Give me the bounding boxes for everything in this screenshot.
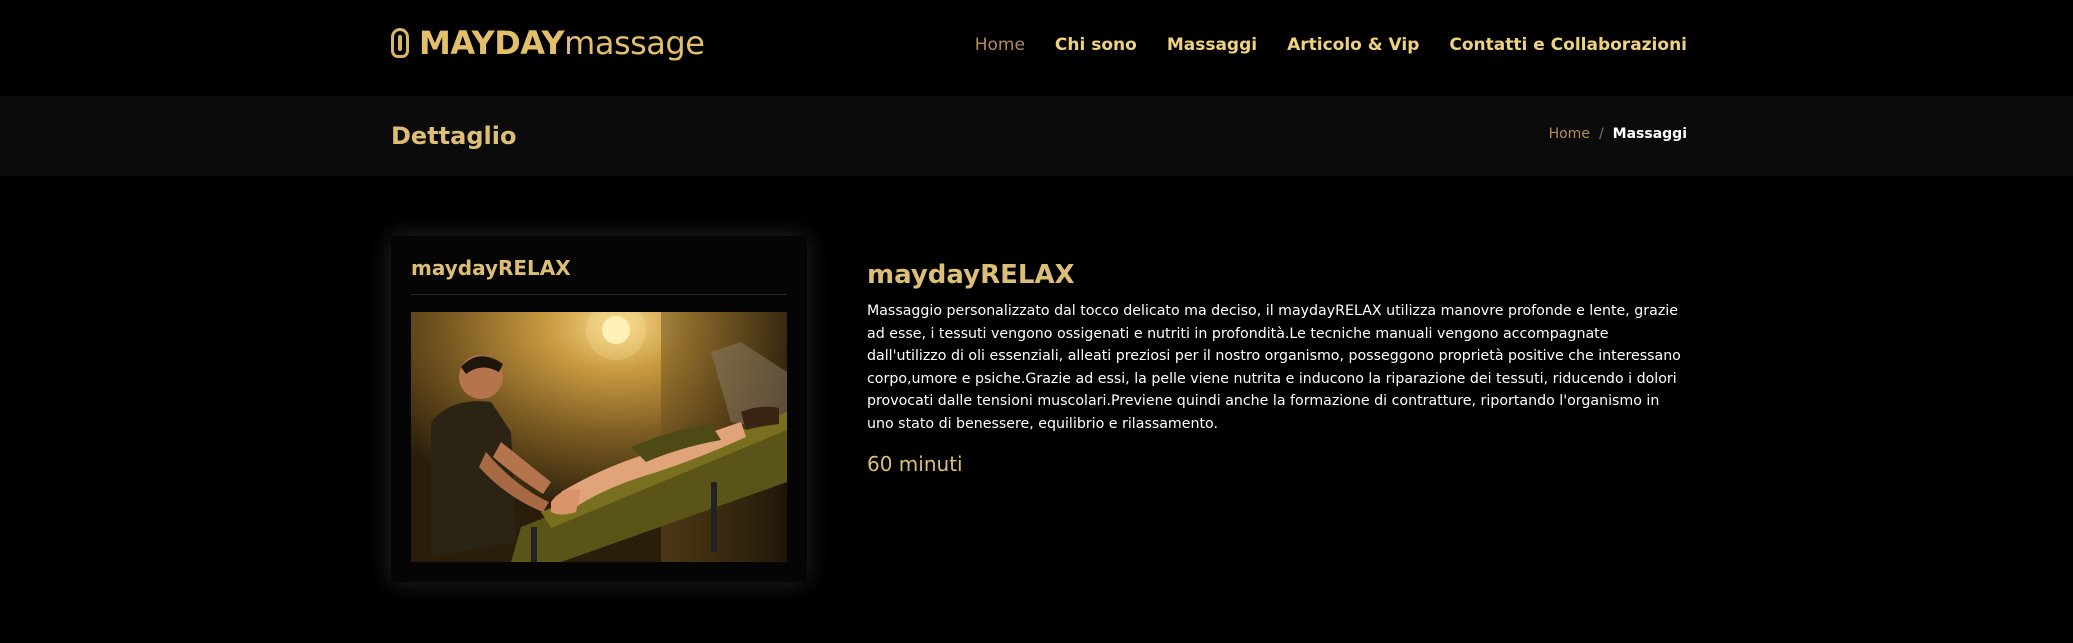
service-duration: 60 minuti: [867, 451, 963, 476]
site-header: MAYDAYmassage Home Chi sono Massaggi Art…: [0, 0, 2073, 96]
page-title: Dettaglio: [391, 122, 517, 150]
logo-text: MAYDAYmassage: [419, 24, 705, 62]
service-description: Massaggio personalizzato dal tocco delic…: [867, 303, 1681, 432]
nav-massaggi[interactable]: Massaggi: [1167, 35, 1257, 55]
breadcrumb-current: Massaggi: [1612, 126, 1687, 142]
page-title-band: Dettaglio Home / Massaggi: [0, 96, 2073, 176]
logo-icon: [391, 28, 409, 58]
service-title: maydayRELAX: [867, 260, 1075, 290]
service-detail: maydayRELAX Massaggio personalizzato dal…: [867, 260, 1682, 476]
logo-text-bold: MAYDAY: [419, 24, 565, 62]
breadcrumb-separator: /: [1598, 126, 1604, 142]
nav-home[interactable]: Home: [975, 35, 1025, 55]
massage-photo-illustration: [411, 312, 787, 562]
massage-photo: [411, 312, 787, 562]
breadcrumb-home[interactable]: Home: [1549, 126, 1590, 142]
site-logo[interactable]: MAYDAYmassage: [391, 24, 705, 62]
nav-contatti[interactable]: Contatti e Collaborazioni: [1449, 35, 1687, 55]
card-divider: [411, 294, 787, 295]
main-nav: Home Chi sono Massaggi Articolo & Vip Co…: [975, 35, 1687, 55]
card-title: maydayRELAX: [411, 256, 571, 280]
nav-chi-sono[interactable]: Chi sono: [1055, 35, 1137, 55]
logo-text-light: massage: [564, 24, 705, 62]
breadcrumb: Home / Massaggi: [1549, 126, 1687, 142]
service-card: maydayRELAX: [391, 236, 807, 582]
nav-articolo-vip[interactable]: Articolo & Vip: [1287, 35, 1419, 55]
